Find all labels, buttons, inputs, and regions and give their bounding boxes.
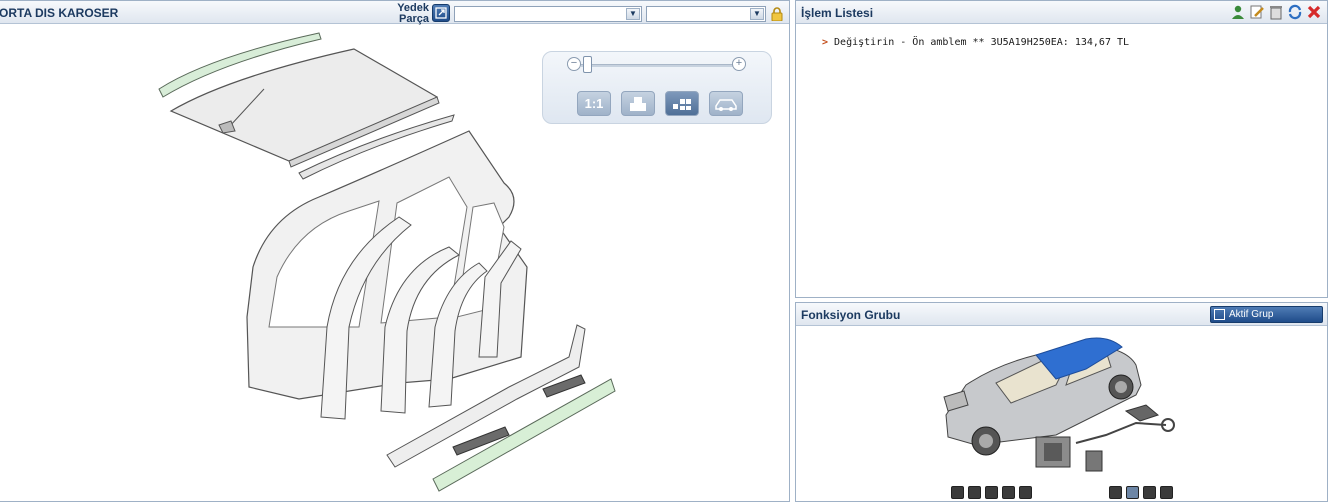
aktif-grup-button[interactable]: Aktif Grup	[1210, 306, 1323, 323]
parts-diagram-panel: ORTA DIS KAROSER Yedek Parça ▼ ▼ − + 1:1	[0, 0, 790, 502]
edit-icon[interactable]	[1249, 4, 1265, 20]
door-icon[interactable]	[985, 486, 998, 499]
engine-icon[interactable]	[1002, 486, 1015, 499]
close-icon[interactable]	[1306, 4, 1322, 20]
zoom-in-icon[interactable]: +	[732, 57, 746, 71]
popout-button[interactable]	[432, 4, 450, 22]
diagram-title: ORTA DIS KAROSER	[0, 6, 119, 20]
chevron-right-icon: >	[822, 37, 829, 48]
trash-icon[interactable]	[1268, 4, 1284, 20]
lock-icon[interactable]	[770, 7, 784, 21]
refresh-icon[interactable]	[1287, 4, 1303, 20]
cooling-icon[interactable]	[1126, 486, 1139, 499]
brake-icon[interactable]	[1143, 486, 1156, 499]
printer-icon	[630, 97, 646, 111]
user-icon[interactable]	[1230, 4, 1246, 20]
popout-icon	[1214, 309, 1225, 320]
chevron-down-icon: ▼	[750, 8, 764, 20]
yedek-parca-label: Yedek Parça	[397, 2, 429, 25]
part-select-2[interactable]: ▼	[646, 6, 766, 22]
zoom-1-1-button[interactable]: 1:1	[577, 91, 611, 116]
operations-title: İşlem Listesi	[801, 6, 874, 20]
electrical-icon[interactable]	[1109, 486, 1122, 499]
print-button[interactable]	[621, 91, 655, 116]
operations-header: İşlem Listesi	[796, 1, 1327, 24]
car-icon	[715, 99, 737, 111]
chevron-down-icon: ▼	[626, 8, 640, 20]
popout-icon	[435, 7, 447, 19]
body-icon[interactable]	[951, 486, 964, 499]
part-select-1[interactable]: ▼	[454, 6, 642, 22]
function-group-panel: Fonksiyon Grubu Aktif Grup	[795, 302, 1328, 502]
zoom-control: − + 1:1	[542, 51, 772, 124]
zoom-slider-handle[interactable]	[583, 56, 592, 73]
suspension-icon[interactable]	[1019, 486, 1032, 499]
vehicle-view-button[interactable]	[709, 91, 743, 116]
zoom-out-icon[interactable]: −	[567, 57, 581, 71]
wheel-icon[interactable]	[1160, 486, 1173, 499]
diagram-header: ORTA DIS KAROSER Yedek Parça ▼ ▼	[0, 1, 789, 25]
function-group-title: Fonksiyon Grubu	[801, 308, 901, 322]
zoom-slider[interactable]	[581, 64, 735, 67]
vehicle-group-image[interactable]	[936, 325, 1186, 485]
interior-icon[interactable]	[968, 486, 981, 499]
parts-grid-button[interactable]	[665, 91, 699, 116]
grid-icon	[673, 99, 691, 110]
function-group-header: Fonksiyon Grubu Aktif Grup	[796, 303, 1327, 326]
operation-text: Değiştirin - Ön amblem ** 3U5A19H250EA: …	[834, 37, 1130, 48]
operations-list-panel: İşlem Listesi > Değiştirin - Ön amblem **…	[795, 0, 1328, 298]
operation-list-item[interactable]: > Değiştirin - Ön amblem ** 3U5A19H250EA:…	[822, 37, 1129, 48]
